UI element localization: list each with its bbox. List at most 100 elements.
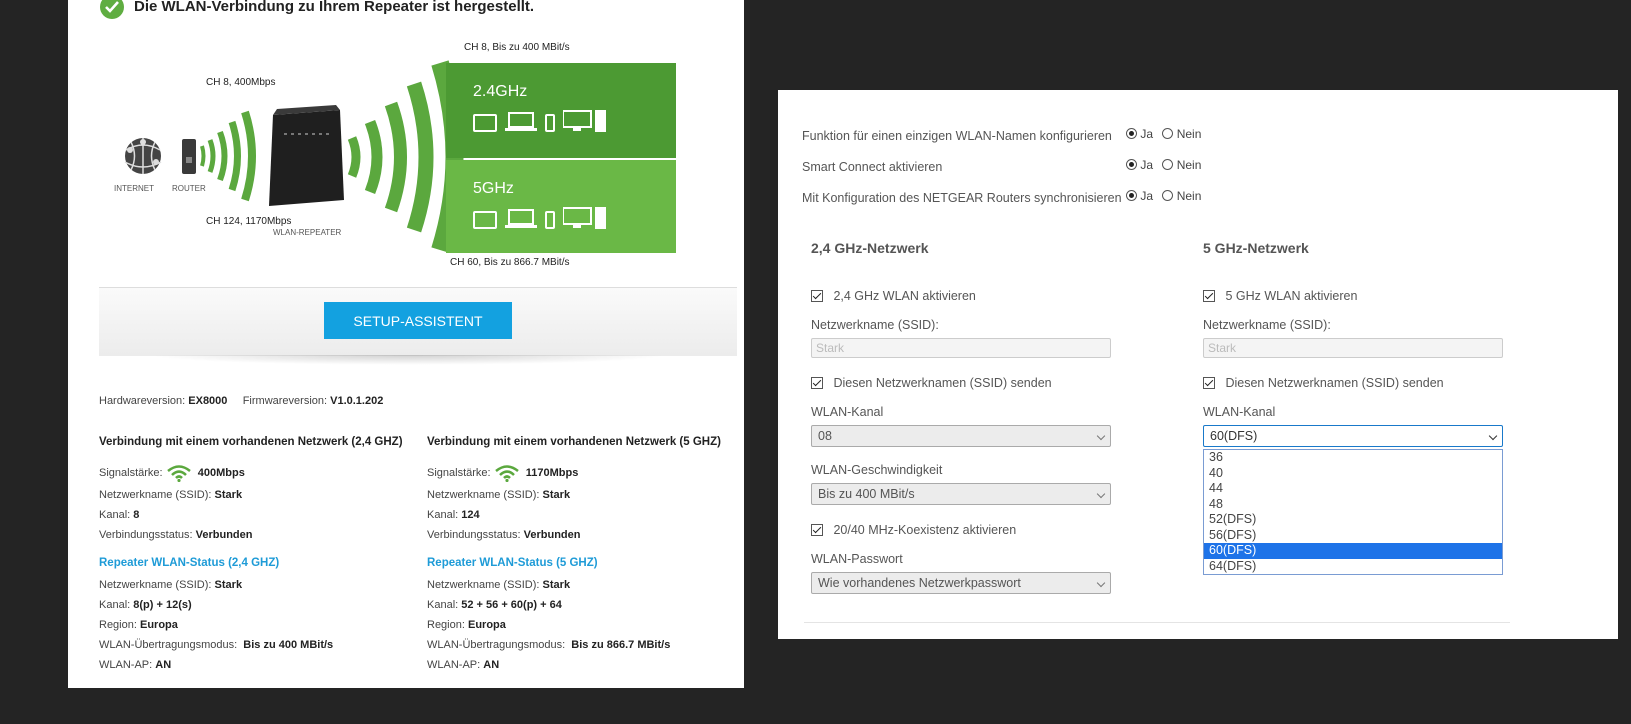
kanal-option-selected[interactable]: 60(DFS) bbox=[1204, 543, 1502, 559]
ja-label: Ja bbox=[1140, 158, 1154, 172]
wifi-signal-icon bbox=[494, 465, 519, 482]
sync-radio-group: Ja Nein bbox=[1126, 189, 1201, 203]
ssid-value: Stark bbox=[214, 489, 243, 501]
net24-enable-checkbox[interactable] bbox=[811, 290, 823, 302]
net24-kanal-label: WLAN-Kanal bbox=[811, 405, 884, 419]
kanal-option[interactable]: 52(DFS) bbox=[1204, 512, 1502, 528]
option-single-name-label: Funktion für einen einzigen WLAN-Namen k… bbox=[802, 129, 1112, 143]
nein-label: Nein bbox=[1176, 189, 1202, 203]
rep-ssid-value: Stark bbox=[214, 579, 243, 591]
wifi-signal-icon bbox=[166, 465, 191, 482]
chevron-down-icon bbox=[1488, 431, 1498, 441]
rep-kanal-label: Kanal: bbox=[99, 599, 131, 611]
signal-value: 400Mbps bbox=[197, 466, 245, 479]
setup-assistant-button[interactable]: SETUP-ASSISTENT bbox=[324, 302, 512, 339]
net24-kanal-select[interactable]: 08 bbox=[811, 425, 1111, 447]
phone-icon bbox=[545, 114, 555, 132]
net24-ssid-label: Netzwerkname (SSID): bbox=[811, 318, 939, 332]
link24-label: CH 8, 400Mbps bbox=[206, 77, 276, 88]
status-value: Verbunden bbox=[523, 529, 581, 541]
repeater-device-icon bbox=[269, 105, 344, 206]
ssid-value: Stark bbox=[542, 489, 571, 501]
version-row: Hardwareversion: EX8000 Firmwareversion:… bbox=[99, 395, 383, 407]
kanal-option[interactable]: 64(DFS) bbox=[1204, 559, 1502, 575]
single-name-radio-group: Ja Nein bbox=[1126, 127, 1201, 141]
chevron-down-icon bbox=[1096, 489, 1106, 499]
net5-broadcast-checkbox[interactable] bbox=[1203, 377, 1215, 389]
fw-label: Firmwareversion: bbox=[242, 395, 328, 407]
option-sync-row: Mit Konfiguration des NETGEAR Routers sy… bbox=[802, 189, 1122, 207]
ssid-label: Netzwerkname (SSID): bbox=[427, 489, 540, 501]
column-24ghz: Verbindung mit einem vorhandenen Netzwer… bbox=[99, 436, 419, 671]
router-label: ROUTER bbox=[172, 184, 206, 193]
tablet-icon bbox=[473, 211, 497, 229]
band5-label: 5GHz bbox=[473, 180, 514, 197]
net24-broadcast-label: Diesen Netzwerknamen (SSID) senden bbox=[833, 376, 1052, 390]
kanal-option[interactable]: 40 bbox=[1204, 466, 1502, 482]
kanal-label: Kanal: bbox=[427, 509, 459, 521]
net5-ssid-input[interactable]: Stark bbox=[1203, 338, 1503, 358]
kanal-option[interactable]: 44 bbox=[1204, 481, 1502, 497]
net24-ssid-input[interactable]: Stark bbox=[811, 338, 1111, 358]
net24-enable-row: 2,4 GHz WLAN aktivieren bbox=[811, 287, 976, 305]
mode-label: WLAN-Übertragungsmodus: bbox=[427, 639, 566, 651]
net24-enable-label: 2,4 GHz WLAN aktivieren bbox=[833, 289, 976, 303]
net24-header: 2,4 GHz-Netzwerk bbox=[811, 240, 929, 256]
net5-kanal-label: WLAN-Kanal bbox=[1203, 405, 1276, 419]
net5-ssid-label: Netzwerkname (SSID): bbox=[1203, 318, 1331, 332]
out24-label: CH 8, Bis zu 400 MBit/s bbox=[464, 42, 570, 53]
band-5ghz-box: 5GHz bbox=[446, 160, 676, 253]
ja-label: Ja bbox=[1140, 189, 1154, 203]
net24-broadcast-checkbox[interactable] bbox=[811, 377, 823, 389]
net5-enable-row: 5 GHz WLAN aktivieren bbox=[1203, 287, 1357, 305]
net24-speed-select[interactable]: Bis zu 400 MBit/s bbox=[811, 483, 1111, 505]
kanal-option[interactable]: 48 bbox=[1204, 497, 1502, 513]
smart-connect-ja-radio[interactable] bbox=[1126, 159, 1137, 170]
net5-broadcast-row: Diesen Netzwerknamen (SSID) senden bbox=[1203, 374, 1444, 392]
net24-coexist-checkbox[interactable] bbox=[811, 524, 823, 536]
ja-label: Ja bbox=[1140, 127, 1154, 141]
repeater-status-panel: Die WLAN-Verbindung zu Ihrem Repeater is… bbox=[68, 0, 744, 688]
link5-label: CH 124, 1170Mbps bbox=[206, 216, 292, 227]
rep-ssid-value: Stark bbox=[542, 579, 571, 591]
setup-strip: SETUP-ASSISTENT bbox=[99, 287, 737, 356]
desktop-icon bbox=[563, 110, 606, 132]
col24-signal: Signalstärke: 400Mbps bbox=[99, 464, 419, 484]
status-value: Verbunden bbox=[195, 529, 253, 541]
net24-kanal-value: 08 bbox=[818, 429, 832, 443]
kanal-option[interactable]: 36 bbox=[1204, 450, 1502, 466]
band24-devices bbox=[473, 110, 607, 132]
repeater-label: WLAN-REPEATER bbox=[273, 228, 342, 237]
net24-pw-select[interactable]: Wie vorhandenes Netzwerkpasswort bbox=[811, 572, 1111, 594]
option-single-name-row: Funktion für einen einzigen WLAN-Namen k… bbox=[802, 127, 1112, 145]
net5-broadcast-label: Diesen Netzwerknamen (SSID) senden bbox=[1225, 376, 1444, 390]
net24-pw-value: Wie vorhandenes Netzwerkpasswort bbox=[818, 576, 1021, 590]
ap-label: WLAN-AP: bbox=[99, 659, 153, 671]
net5-header: 5 GHz-Netzwerk bbox=[1203, 240, 1309, 256]
nein-label: Nein bbox=[1176, 158, 1202, 172]
mode-label: WLAN-Übertragungsmodus: bbox=[99, 639, 238, 651]
sync-ja-radio[interactable] bbox=[1126, 190, 1137, 201]
smart-connect-nein-radio[interactable] bbox=[1162, 159, 1174, 170]
region-label: Region: bbox=[427, 619, 465, 631]
hw-label: Hardwareversion: bbox=[99, 395, 186, 407]
single-name-nein-radio[interactable] bbox=[1162, 128, 1174, 139]
desktop-icon bbox=[563, 207, 606, 229]
rep-ssid-label: Netzwerkname (SSID): bbox=[99, 579, 212, 591]
mode-value: Bis zu 400 MBit/s bbox=[243, 639, 334, 651]
phone-icon bbox=[545, 211, 555, 229]
sync-nein-radio[interactable] bbox=[1162, 190, 1174, 201]
divider bbox=[804, 622, 1510, 623]
net24-speed-value: Bis zu 400 MBit/s bbox=[818, 487, 915, 501]
signal-value: 1170Mbps bbox=[525, 466, 579, 479]
status-label: Verbindungsstatus: bbox=[99, 529, 193, 541]
rep-kanal-value: 8(p) + 12(s) bbox=[133, 599, 192, 611]
region-value: Europa bbox=[467, 619, 506, 631]
kanal-option[interactable]: 56(DFS) bbox=[1204, 528, 1502, 544]
option-smart-connect-row: Smart Connect aktivieren bbox=[802, 158, 942, 176]
net5-enable-checkbox[interactable] bbox=[1203, 290, 1215, 302]
laptop-icon bbox=[505, 112, 537, 131]
single-name-ja-radio[interactable] bbox=[1126, 128, 1137, 139]
tablet-icon bbox=[473, 114, 497, 132]
net5-kanal-select[interactable]: 60(DFS) bbox=[1203, 425, 1503, 447]
